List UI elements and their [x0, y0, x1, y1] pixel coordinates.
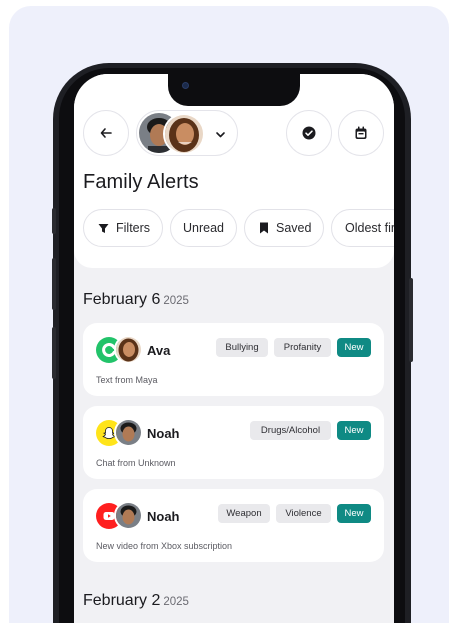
date-label: February 2 — [83, 592, 161, 609]
chevron-down-icon — [215, 127, 226, 145]
oldest-first-chip[interactable]: Oldest first — [331, 209, 394, 247]
filters-chip-label: Filters — [116, 221, 151, 235]
calendar-icon — [354, 126, 368, 140]
avatar-ava — [163, 113, 205, 155]
oldest-first-chip-label: Oldest first — [345, 221, 394, 235]
category-tag: Drugs/Alcohol — [250, 421, 331, 440]
category-tag: Bullying — [216, 338, 268, 357]
child-name: Noah — [147, 426, 180, 441]
category-tag: Violence — [276, 504, 331, 523]
header-card: Family Alerts Filters Unread Saved Oldes… — [74, 74, 394, 268]
unread-chip[interactable]: Unread — [170, 209, 237, 247]
alert-card[interactable]: Noah Weapon Violence New New video from … — [83, 489, 384, 562]
avatar-noah — [114, 501, 143, 530]
category-tag: Weapon — [218, 504, 270, 523]
alert-card[interactable]: Ava Bullying Profanity New Text from May… — [83, 323, 384, 396]
power-button — [409, 278, 413, 362]
side-button — [52, 208, 56, 234]
saved-chip-label: Saved — [276, 221, 312, 235]
filter-icon — [98, 223, 109, 234]
date-heading: February 2 2025 — [83, 592, 189, 610]
year-label: 2025 — [163, 596, 189, 608]
calendar-button[interactable] — [338, 110, 384, 156]
volume-up-button — [52, 258, 56, 310]
date-heading: February 6 2025 — [83, 291, 189, 309]
bookmark-icon — [259, 222, 269, 234]
child-name: Noah — [147, 509, 180, 524]
new-badge: New — [337, 504, 371, 523]
page-title: Family Alerts — [83, 171, 199, 193]
app-screen: Family Alerts Filters Unread Saved Oldes… — [74, 74, 394, 623]
filters-chip[interactable]: Filters — [83, 209, 163, 247]
unread-chip-label: Unread — [183, 221, 224, 235]
alert-detail: Text from Maya — [96, 375, 158, 385]
alert-detail: New video from Xbox subscription — [96, 541, 233, 551]
avatar-ava — [114, 335, 143, 364]
new-badge: New — [337, 338, 371, 357]
volume-down-button — [52, 327, 56, 379]
check-circle-icon — [302, 126, 316, 140]
saved-chip[interactable]: Saved — [244, 209, 324, 247]
category-tag: Profanity — [274, 338, 331, 357]
arrow-left-icon — [100, 127, 112, 139]
camera-notch — [168, 74, 300, 106]
mark-all-read-button[interactable] — [286, 110, 332, 156]
alert-card[interactable]: Noah Drugs/Alcohol New Chat from Unknown — [83, 406, 384, 479]
year-label: 2025 — [163, 295, 189, 307]
back-button[interactable] — [83, 110, 129, 156]
alert-detail: Chat from Unknown — [96, 458, 176, 468]
child-switcher[interactable] — [136, 110, 238, 156]
avatar-noah — [114, 418, 143, 447]
new-badge: New — [337, 421, 371, 440]
child-name: Ava — [147, 343, 171, 358]
date-label: February 6 — [83, 291, 161, 308]
